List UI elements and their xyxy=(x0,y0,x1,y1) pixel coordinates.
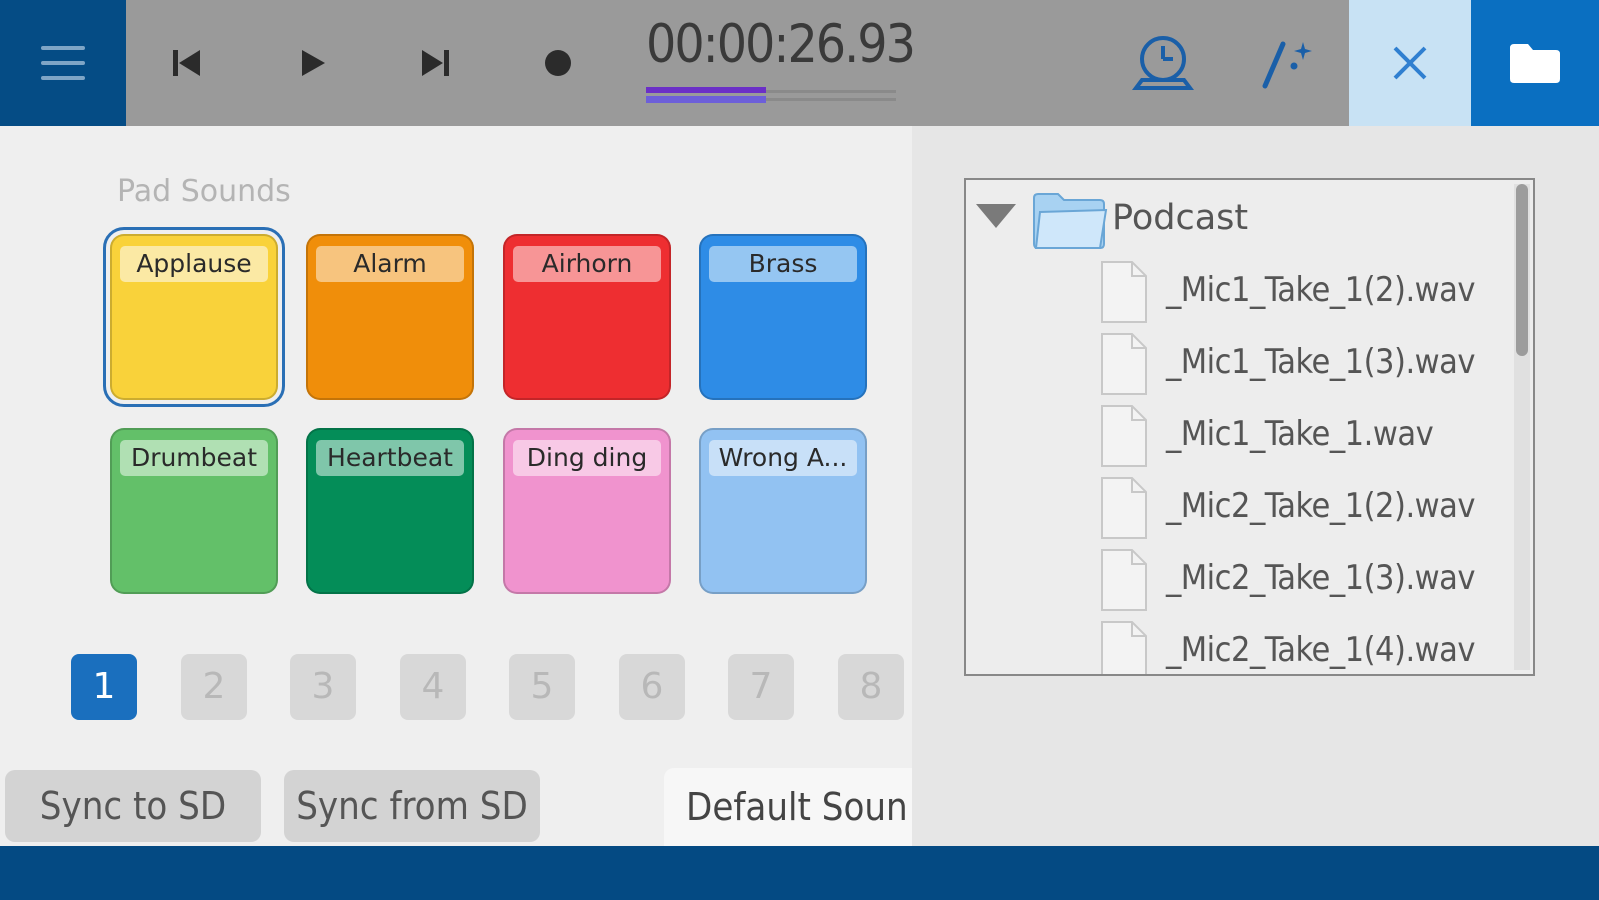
file-icon xyxy=(1101,261,1147,323)
file-browser-panel: Podcast _Mic1_Take_1(2).wav _Mic1_Take_1… xyxy=(912,126,1599,846)
pad-label: Drumbeat xyxy=(120,440,268,476)
file-name: _Mic1_Take_1(2).wav xyxy=(1166,270,1476,310)
sync-to-sd-button[interactable]: Sync to SD xyxy=(5,770,261,842)
file-name: _Mic1_Take_1.wav xyxy=(1166,414,1434,454)
tree-folder-label: Podcast xyxy=(1112,198,1249,238)
pad-label: Brass xyxy=(709,246,857,282)
progress-bar[interactable] xyxy=(646,87,896,103)
pad-heartbeat[interactable]: Heartbeat xyxy=(306,428,474,594)
page-button-2[interactable]: 2 xyxy=(181,654,247,720)
close-icon xyxy=(1393,46,1427,80)
folder-button[interactable] xyxy=(1471,0,1599,126)
pad-label: Applause xyxy=(120,246,268,282)
pad-label: Wrong A... xyxy=(709,440,857,476)
toolbar: 00:00:26.93 xyxy=(0,0,1599,126)
play-icon xyxy=(302,50,325,76)
default-sounds-button[interactable]: Default Soun xyxy=(664,768,912,846)
file-row[interactable]: _Mic1_Take_1.wav xyxy=(1100,400,1520,472)
pad-sounds-title: Pad Sounds xyxy=(117,174,291,209)
pad-label: Airhorn xyxy=(513,246,661,282)
effects-button[interactable] xyxy=(1256,36,1316,92)
menu-button[interactable] xyxy=(0,0,126,126)
magic-wand-icon xyxy=(1262,41,1312,89)
file-name: _Mic2_Take_1(4).wav xyxy=(1166,630,1476,670)
file-name: _Mic1_Take_1(3).wav xyxy=(1166,342,1476,382)
hamburger-icon xyxy=(41,46,85,80)
file-icon xyxy=(1101,477,1147,539)
file-name: _Mic2_Take_1(3).wav xyxy=(1166,558,1476,598)
file-row[interactable]: _Mic2_Take_1(2).wav xyxy=(1100,472,1520,544)
pad-alarm[interactable]: Alarm xyxy=(306,234,474,400)
play-button[interactable] xyxy=(288,38,338,88)
page-button-1[interactable]: 1 xyxy=(71,654,137,720)
progress-fill xyxy=(646,87,766,103)
record-icon xyxy=(545,50,571,76)
file-name: _Mic2_Take_1(2).wav xyxy=(1166,486,1476,526)
file-row[interactable]: _Mic2_Take_1(3).wav xyxy=(1100,544,1520,616)
pad-ding-ding[interactable]: Ding ding xyxy=(503,428,671,594)
scrollbar[interactable] xyxy=(1514,184,1530,670)
file-tree: Podcast _Mic1_Take_1(2).wav _Mic1_Take_1… xyxy=(964,178,1535,676)
pad-panel: Pad Sounds Applause Alarm Airhorn Brass … xyxy=(0,126,912,846)
file-row[interactable]: _Mic2_Take_1(4).wav xyxy=(1100,616,1520,674)
pad-label: Heartbeat xyxy=(316,440,464,476)
file-icon xyxy=(1101,333,1147,395)
pad-applause[interactable]: Applause xyxy=(103,227,285,407)
skip-forward-button[interactable] xyxy=(410,38,460,88)
close-button[interactable] xyxy=(1349,0,1471,126)
scrollbar-thumb[interactable] xyxy=(1516,184,1528,356)
pad-drumbeat[interactable]: Drumbeat xyxy=(110,428,278,594)
folder-icon xyxy=(1033,193,1108,249)
pad-brass[interactable]: Brass xyxy=(699,234,867,400)
skip-back-button[interactable] xyxy=(162,38,212,88)
file-icon xyxy=(1101,405,1147,467)
page-button-3[interactable]: 3 xyxy=(290,654,356,720)
clock-icon xyxy=(1132,36,1194,90)
pad-wrong-answer[interactable]: Wrong A... xyxy=(699,428,867,594)
record-button[interactable] xyxy=(533,38,583,88)
page-button-7[interactable]: 7 xyxy=(728,654,794,720)
page-button-4[interactable]: 4 xyxy=(400,654,466,720)
skip-back-icon xyxy=(173,50,200,76)
status-bar xyxy=(0,846,1599,900)
file-row[interactable]: _Mic1_Take_1(2).wav xyxy=(1100,256,1520,328)
file-icon xyxy=(1101,549,1147,611)
page-button-8[interactable]: 8 xyxy=(838,654,904,720)
pad-label: Ding ding xyxy=(513,440,661,476)
page-button-5[interactable]: 5 xyxy=(509,654,575,720)
history-button[interactable] xyxy=(1128,30,1198,96)
folder-icon xyxy=(1510,44,1560,83)
expand-arrow-icon[interactable] xyxy=(976,204,1016,228)
pad-label: Alarm xyxy=(316,246,464,282)
page-button-6[interactable]: 6 xyxy=(619,654,685,720)
sync-from-sd-button[interactable]: Sync from SD xyxy=(284,770,540,842)
timer-display: 00:00:26.93 xyxy=(646,14,916,75)
file-row[interactable]: _Mic1_Take_1(3).wav xyxy=(1100,328,1520,400)
skip-forward-icon xyxy=(422,50,449,76)
tree-folder-podcast[interactable]: Podcast xyxy=(966,180,1506,256)
pad-airhorn[interactable]: Airhorn xyxy=(503,234,671,400)
file-icon xyxy=(1101,621,1147,674)
